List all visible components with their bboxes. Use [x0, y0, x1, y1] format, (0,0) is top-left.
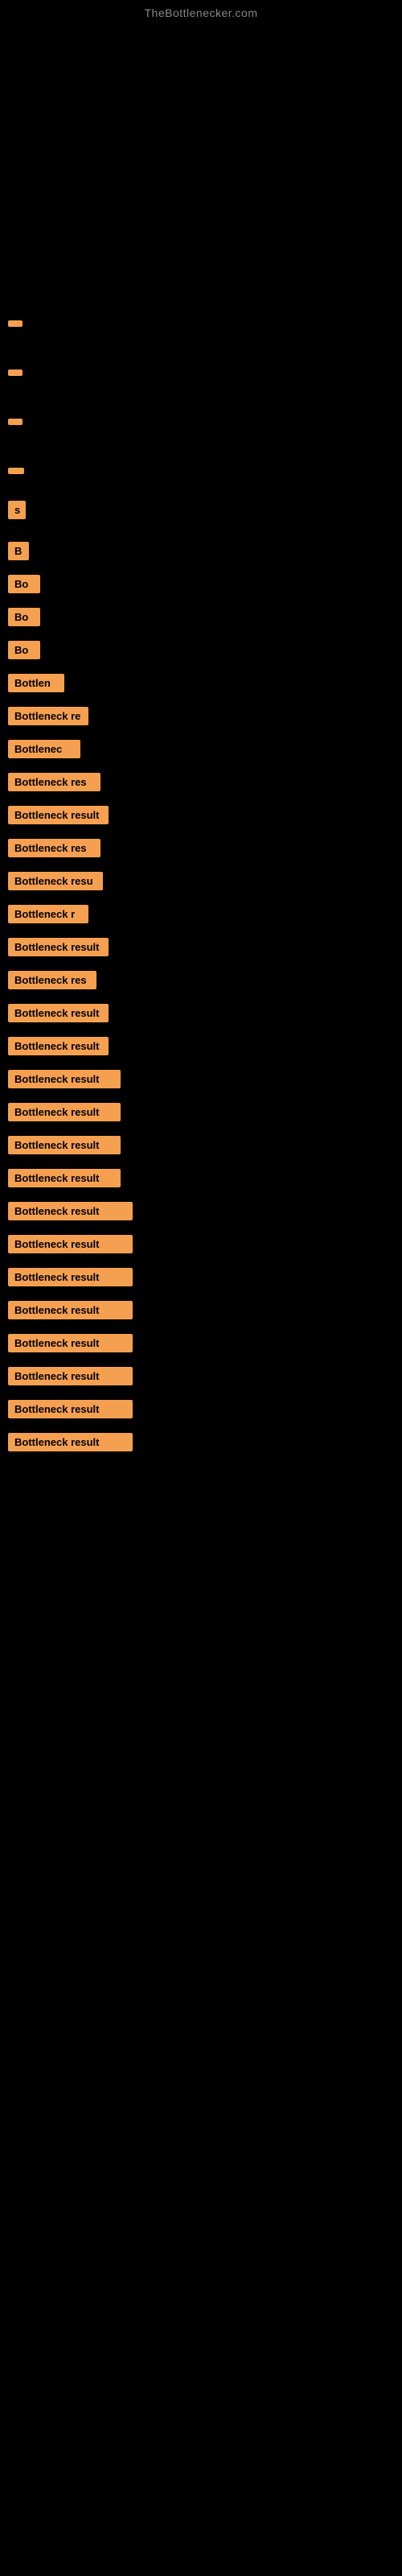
bottleneck-result-item: Bottleneck res [8, 971, 96, 989]
bottleneck-result-item: Bottleneck result [8, 1268, 133, 1286]
bottleneck-result-item: Bottleneck result [8, 1367, 133, 1385]
bottleneck-result-item: Bottleneck result [8, 1334, 133, 1352]
bottleneck-result-item: Bottlenec [8, 740, 80, 758]
bottleneck-result-item: Bottleneck result [8, 1235, 133, 1253]
bottleneck-result-item: Bottleneck result [8, 1433, 133, 1451]
bottleneck-result-item: Bottleneck result [8, 806, 109, 824]
bottleneck-result-item: Bottleneck res [8, 839, 100, 857]
bottleneck-result-item [8, 369, 23, 376]
bottleneck-result-item: s [8, 501, 26, 519]
bottleneck-result-item: Bottleneck result [8, 1301, 133, 1319]
bottleneck-result-item: Bottleneck resu [8, 872, 103, 890]
bottleneck-result-item: Bottleneck result [8, 1070, 121, 1088]
bottleneck-result-item: Bottleneck re [8, 707, 88, 725]
bottleneck-result-item: Bottleneck result [8, 938, 109, 956]
site-title: TheBottlenecker.com [0, 0, 402, 23]
bottleneck-result-item: Bottleneck result [8, 1169, 121, 1187]
bottleneck-result-item: Bottlen [8, 674, 64, 692]
bottleneck-result-item: Bottleneck res [8, 773, 100, 791]
bottleneck-result-item: Bottleneck result [8, 1103, 121, 1121]
bottleneck-result-item: Bottleneck result [8, 1136, 121, 1154]
bottleneck-result-item: Bo [8, 641, 40, 659]
bottleneck-result-item [8, 320, 23, 327]
bottleneck-result-item: Bo [8, 608, 40, 626]
bottleneck-result-item: Bottleneck result [8, 1037, 109, 1055]
bottleneck-result-item: B [8, 542, 29, 560]
bottleneck-result-item: Bottleneck result [8, 1202, 133, 1220]
bottleneck-result-item [8, 468, 24, 474]
bottleneck-result-item: Bottleneck r [8, 905, 88, 923]
bottleneck-result-item: Bottleneck result [8, 1400, 133, 1418]
bottleneck-result-item: Bo [8, 575, 40, 593]
bottleneck-result-item [8, 419, 23, 425]
content-area: s B Bo Bo Bo Bottlen Bottleneck re Bottlenec Bot… [0, 23, 402, 1474]
bottleneck-result-item: Bottleneck result [8, 1004, 109, 1022]
